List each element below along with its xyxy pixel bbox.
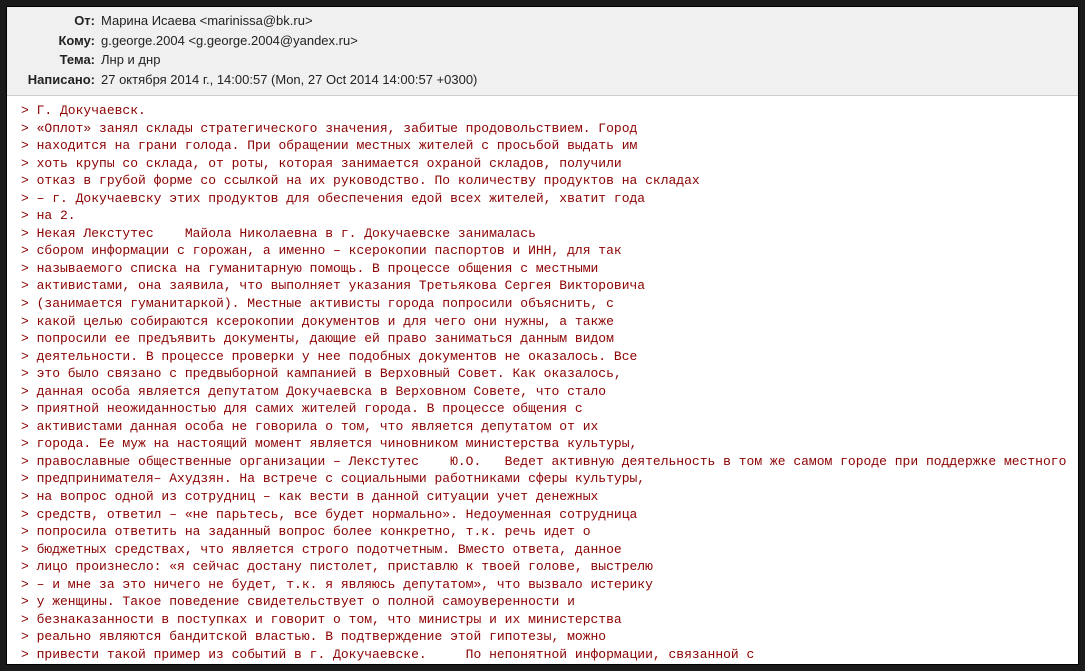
subject-value: Лнр и днр <box>101 50 160 70</box>
body-line: > деятельности. В процессе проверки у не… <box>21 348 1068 366</box>
header-subject: Тема: Лнр и днр <box>15 50 1070 70</box>
body-line: > предпринимателя– Ахудзян. На встрече с… <box>21 470 1068 488</box>
body-line: > это было связано с предвыборной кампан… <box>21 365 1068 383</box>
body-line: > (занимается гуманитаркой). Местные акт… <box>21 295 1068 313</box>
body-line: > города. Ее муж на настоящий момент явл… <box>21 435 1068 453</box>
email-headers: От: Марина Исаева <marinissa@bk.ru> Кому… <box>7 7 1078 96</box>
body-line: > – г. Докучаевску этих продуктов для об… <box>21 190 1068 208</box>
body-line: > реально являются бандитской властью. В… <box>21 628 1068 646</box>
body-line: > Некая Лекстутес Майола Николаевна в г.… <box>21 225 1068 243</box>
body-line: > бюджетных средствах, что является стро… <box>21 541 1068 559</box>
header-date: Написано: 27 октября 2014 г., 14:00:57 (… <box>15 70 1070 90</box>
body-line: > данная особа является депутатом Докуча… <box>21 383 1068 401</box>
body-line: > приятной неожиданностью для самих жите… <box>21 400 1068 418</box>
email-window: От: Марина Исаева <marinissa@bk.ru> Кому… <box>6 6 1079 665</box>
body-line: > хоть крупы со склада, от роты, которая… <box>21 155 1068 173</box>
body-line: > лицо произнесло: «я сейчас достану пис… <box>21 558 1068 576</box>
from-value: Марина Исаева <marinissa@bk.ru> <box>101 11 313 31</box>
email-body: > Г. Докучаевск.> «Оплот» занял склады с… <box>7 96 1078 665</box>
header-from: От: Марина Исаева <marinissa@bk.ru> <box>15 11 1070 31</box>
body-line: > на вопрос одной из сотрудниц – как вес… <box>21 488 1068 506</box>
body-line: > попросила ответить на заданный вопрос … <box>21 523 1068 541</box>
body-line: > сбором информации с горожан, а именно … <box>21 242 1068 260</box>
body-line: > средств, ответил – «не парьтесь, все б… <box>21 506 1068 524</box>
body-line: > у женщины. Такое поведение свидетельст… <box>21 593 1068 611</box>
body-line: > активистами данная особа не говорила о… <box>21 418 1068 436</box>
body-line: > православные общественные организации … <box>21 453 1068 471</box>
body-line: > активистами, она заявила, что выполняе… <box>21 277 1068 295</box>
body-line: > Г. Докучаевск. <box>21 102 1068 120</box>
body-line: > на 2. <box>21 207 1068 225</box>
body-line: > находится на грани голода. При обращен… <box>21 137 1068 155</box>
body-line: > безнаказанности в поступках и говорит … <box>21 611 1068 629</box>
body-line: > – и мне за это ничего не будет, т.к. я… <box>21 576 1068 594</box>
body-line: > какой целью собираются ксерокопии доку… <box>21 313 1068 331</box>
date-label: Написано: <box>15 70 101 90</box>
date-value: 27 октября 2014 г., 14:00:57 (Mon, 27 Oc… <box>101 70 477 90</box>
body-line: > «Оплот» занял склады стратегического з… <box>21 120 1068 138</box>
subject-label: Тема: <box>15 50 101 70</box>
body-line: > коррупцией коменданта города Докучаевс… <box>21 664 1068 666</box>
from-label: От: <box>15 11 101 31</box>
body-line: > попросили ее предъявить документы, даю… <box>21 330 1068 348</box>
to-value: g.george.2004 <g.george.2004@yandex.ru> <box>101 31 358 51</box>
body-line: > отказ в грубой форме со ссылкой на их … <box>21 172 1068 190</box>
body-line: > называемого списка на гуманитарную пом… <box>21 260 1068 278</box>
to-label: Кому: <box>15 31 101 51</box>
header-to: Кому: g.george.2004 <g.george.2004@yande… <box>15 31 1070 51</box>
body-line: > привести такой пример из событий в г. … <box>21 646 1068 664</box>
